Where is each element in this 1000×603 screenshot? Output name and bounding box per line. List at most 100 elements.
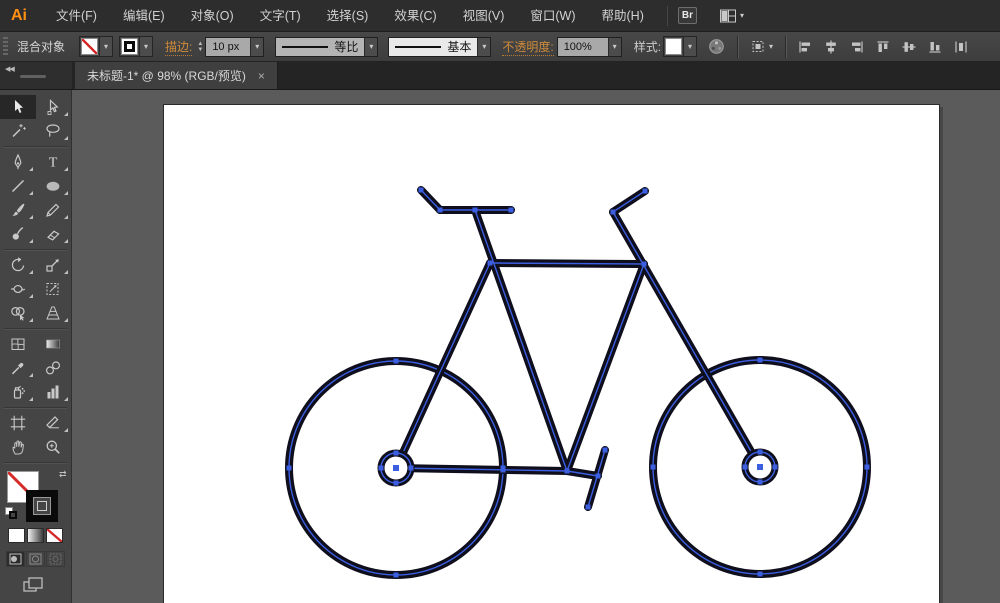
align-center-vertical-icon[interactable] (901, 39, 917, 55)
direct-selection-tool[interactable] (36, 95, 72, 119)
slice-tool[interactable] (36, 411, 72, 435)
default-fill-stroke-icon[interactable] (5, 507, 17, 519)
collapse-panel-icon[interactable]: ◀◀ (5, 65, 14, 73)
stroke-weight-stepper[interactable]: ▲ ▼ (197, 41, 203, 53)
blob-brush-tool[interactable] (0, 222, 36, 246)
select-similar-button[interactable]: ▾ (750, 39, 773, 55)
menu-help[interactable]: 帮助(H) (589, 0, 657, 32)
blend-icon (44, 359, 62, 377)
align-center-horizontal-icon[interactable] (823, 39, 839, 55)
fill-stroke-controls: ⇄ (0, 466, 71, 603)
swap-fill-stroke-icon[interactable]: ⇄ (59, 469, 67, 480)
menu-object[interactable]: 对象(O) (178, 0, 247, 32)
draw-behind-button[interactable] (26, 551, 45, 567)
eraser-tool[interactable] (36, 222, 72, 246)
close-icon[interactable]: × (258, 69, 265, 83)
graphic-style-picker[interactable]: ▾ (663, 36, 697, 57)
menu-window[interactable]: 窗口(W) (517, 0, 588, 32)
selection-tool[interactable] (0, 95, 36, 119)
brush-stroke-icon (395, 46, 441, 48)
stroke-swatch-black[interactable] (26, 490, 58, 522)
tool-group-divider (4, 328, 67, 329)
chevron-down-icon[interactable]: ▾ (250, 38, 263, 56)
blend-tool[interactable] (36, 356, 72, 380)
draw-inside-button[interactable] (46, 551, 65, 567)
pen-tool[interactable] (0, 150, 36, 174)
stroke-weight-value[interactable]: 10 px (206, 38, 250, 56)
perspective-grid-tool[interactable] (36, 301, 72, 325)
hand-tool[interactable] (0, 435, 36, 459)
menu-select[interactable]: 选择(S) (314, 0, 382, 32)
eyedropper-tool[interactable] (0, 356, 36, 380)
menu-edit[interactable]: 编辑(E) (110, 0, 178, 32)
brush-definition-combo[interactable]: 基本 ▾ (388, 37, 491, 57)
mesh-tool[interactable] (0, 332, 36, 356)
chevron-down-icon[interactable]: ▾ (477, 38, 490, 56)
panel-drag-grip[interactable] (20, 75, 46, 78)
svg-text:T: T (49, 156, 58, 171)
shape-builder-tool[interactable] (0, 301, 36, 325)
stroke-weight-combo[interactable]: 10 px ▾ (205, 37, 264, 57)
document-tab[interactable]: 未标题-1* @ 98% (RGB/预览) × (75, 62, 278, 89)
stroke-panel-link[interactable]: 描边: (165, 38, 192, 56)
chevron-down-icon[interactable]: ▾ (608, 38, 621, 56)
fill-color-picker[interactable]: ▾ (79, 36, 113, 57)
menu-file[interactable]: 文件(F) (43, 0, 110, 32)
graphic-style-swatch[interactable] (665, 38, 682, 55)
menu-type[interactable]: 文字(T) (247, 0, 314, 32)
recolor-artwork-button[interactable] (708, 38, 725, 55)
stroke-color-swatch[interactable] (121, 38, 138, 55)
menu-view[interactable]: 视图(V) (450, 0, 518, 32)
opacity-panel-link[interactable]: 不透明度: (502, 38, 553, 56)
align-left-icon[interactable] (797, 39, 813, 55)
symbol-sprayer-tool[interactable] (0, 380, 36, 404)
scale-tool[interactable] (36, 253, 72, 277)
fill-none-swatch[interactable] (81, 38, 98, 55)
chevron-down-icon[interactable]: ▾ (683, 37, 696, 56)
stroke-color-picker[interactable]: ▾ (119, 36, 153, 57)
chevron-down-icon[interactable]: ▾ (769, 42, 773, 51)
free-transform-tool[interactable] (36, 277, 72, 301)
opacity-combo[interactable]: 100% ▾ (557, 37, 622, 57)
column-graph-tool[interactable] (36, 380, 72, 404)
zoom-tool[interactable] (36, 435, 72, 459)
distribute-icon[interactable] (953, 39, 969, 55)
divider (667, 6, 668, 26)
canvas-pasteboard[interactable] (72, 90, 1000, 603)
draw-normal-button[interactable] (6, 551, 25, 567)
workspace-switcher[interactable]: ▾ (719, 8, 744, 24)
step-down-icon[interactable]: ▼ (197, 47, 203, 53)
pencil-tool[interactable] (36, 198, 72, 222)
gradient-button[interactable] (27, 528, 44, 543)
menu-effect[interactable]: 效果(C) (381, 0, 449, 32)
tools-panel: T ⇄ (0, 90, 72, 603)
width-tool[interactable] (0, 277, 36, 301)
color-button[interactable] (8, 528, 25, 543)
type-tool[interactable]: T (36, 150, 72, 174)
chevron-down-icon[interactable]: ▾ (139, 37, 152, 56)
bridge-button[interactable]: Br (678, 7, 697, 24)
lasso-tool[interactable] (36, 119, 72, 143)
workspace-icon (719, 8, 737, 24)
width-profile-combo[interactable]: 等比 ▾ (275, 37, 378, 57)
width-profile-value: 等比 (334, 38, 358, 55)
chevron-down-icon[interactable]: ▾ (364, 38, 377, 56)
rotate-tool[interactable] (0, 253, 36, 277)
opacity-value[interactable]: 100% (558, 38, 608, 56)
align-bottom-icon[interactable] (927, 39, 943, 55)
gradient-tool[interactable] (36, 332, 72, 356)
align-right-icon[interactable] (849, 39, 865, 55)
bicycle-artwork[interactable] (72, 90, 1000, 603)
magic-wand-tool[interactable] (0, 119, 36, 143)
chevron-down-icon[interactable]: ▾ (99, 37, 112, 56)
align-top-icon[interactable] (875, 39, 891, 55)
artboard-tool[interactable] (0, 411, 36, 435)
chevron-down-icon: ▾ (740, 11, 744, 20)
panel-grip-icon[interactable] (3, 37, 8, 57)
paintbrush-tool[interactable] (0, 198, 36, 222)
line-segment-tool[interactable] (0, 174, 36, 198)
select-similar-icon (750, 39, 767, 55)
none-button[interactable] (46, 528, 63, 543)
ellipse-tool[interactable] (36, 174, 72, 198)
screen-mode-button[interactable] (22, 576, 44, 594)
